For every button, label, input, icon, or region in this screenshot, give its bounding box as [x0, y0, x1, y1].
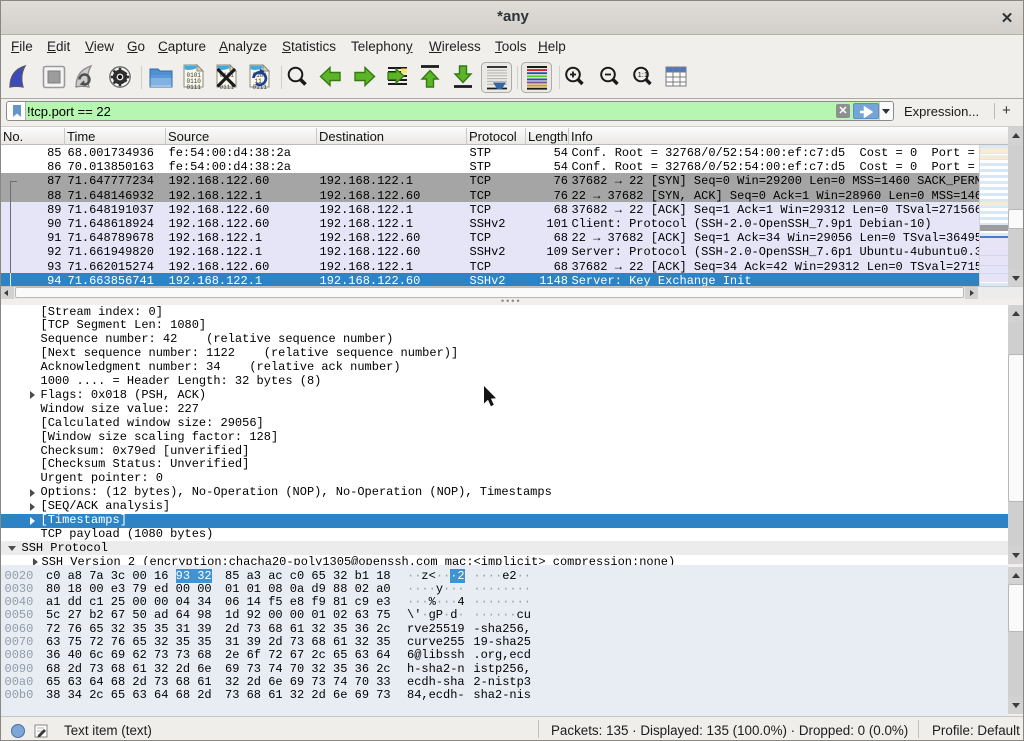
svg-text:0111: 0111 [187, 84, 202, 91]
svg-text:1:1: 1:1 [638, 70, 648, 79]
